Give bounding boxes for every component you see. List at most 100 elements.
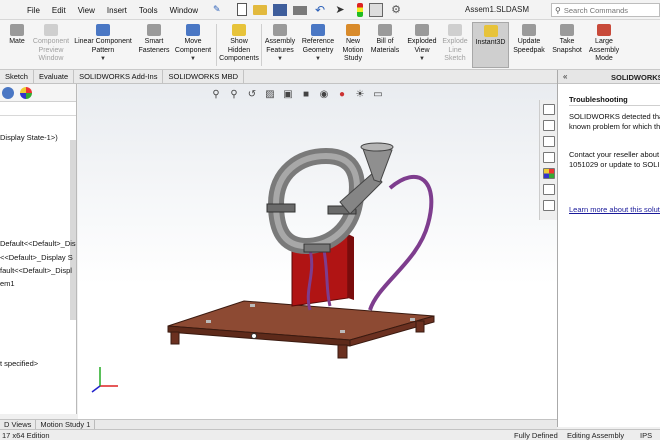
base-foot <box>337 344 348 359</box>
property-manager-icon[interactable] <box>2 87 14 99</box>
menu-window[interactable]: Window <box>170 6 198 15</box>
menu-edit[interactable]: Edit <box>52 6 66 15</box>
tree-item[interactable]: <<Default>_Display S <box>0 253 73 262</box>
status-bar: 17 x64 Edition Fully Defined Editing Ass… <box>0 429 660 440</box>
title-bar: File Edit View Insert Tools Window ✎ ↶ ➤… <box>0 0 660 20</box>
tree-item[interactable]: fault<<Default>_Displ <box>0 266 72 275</box>
troubleshoot-text: SOLIDWORKS detected that y <box>569 112 660 121</box>
appearances-icon[interactable] <box>543 168 555 179</box>
exploded-view-button[interactable]: Exploded View ▼ <box>405 22 439 68</box>
pin-icon[interactable]: ✎ <box>213 4 221 15</box>
tree-item[interactable]: Default<<Default>_Dis <box>0 239 76 248</box>
undo-icon[interactable]: ↶ <box>313 3 327 17</box>
file-properties-icon[interactable] <box>369 3 383 17</box>
search-icon: ⚲ <box>555 5 561 15</box>
assembly-features-button[interactable]: Assembly Features ▼ <box>263 22 297 68</box>
chevron-down-icon[interactable]: ▼ <box>315 55 321 64</box>
command-tabs: Sketch Evaluate SOLIDWORKS Add-Ins SOLID… <box>0 70 557 84</box>
learn-more-link[interactable]: Learn more about this soluti <box>569 205 660 214</box>
open-folder-icon[interactable] <box>253 5 267 15</box>
reference-geometry-button[interactable]: Reference Geometry ▼ <box>299 22 337 68</box>
search-input[interactable] <box>563 5 654 15</box>
custom-properties-icon[interactable] <box>543 184 555 195</box>
component-preview-button[interactable]: Component Preview Window <box>30 22 72 68</box>
collapse-icon[interactable]: « <box>563 72 567 81</box>
assembly-features-icon <box>273 24 287 36</box>
tree-item-mates[interactable]: t specified> <box>0 359 38 368</box>
forum-icon[interactable] <box>543 200 555 211</box>
plate-bolt <box>250 304 255 307</box>
mate-button[interactable]: Mate <box>5 22 29 68</box>
move-component-button[interactable]: Move Component ▼ <box>172 22 214 68</box>
chevron-down-icon[interactable]: ▼ <box>100 55 106 64</box>
gear-icon[interactable]: ⚙ <box>389 3 403 17</box>
home-icon[interactable] <box>543 104 555 115</box>
camera-icon <box>560 24 574 36</box>
update-speedpak-button[interactable]: Update Speedpak <box>511 22 547 68</box>
tree-item[interactable]: em1 <box>0 279 15 288</box>
reference-geometry-icon <box>311 24 325 36</box>
save-icon[interactable] <box>273 4 287 16</box>
assembly-model <box>91 142 435 393</box>
display-manager-icon[interactable] <box>20 87 32 99</box>
menu-file[interactable]: File <box>27 6 40 15</box>
editing-mode-status: Editing Assembly <box>567 431 625 440</box>
rebuild-icon[interactable] <box>357 3 363 17</box>
menu-view[interactable]: View <box>78 6 95 15</box>
search-commands[interactable]: ⚲ <box>551 3 660 17</box>
explode-line-sketch-button[interactable]: Explode Line Sketch <box>441 22 469 68</box>
tree-item-display-state[interactable]: Display State-1>) <box>0 133 58 142</box>
preview-window-icon <box>44 24 58 36</box>
linear-pattern-button[interactable]: Linear Component Pattern ▼ <box>72 22 134 68</box>
plate-bolt <box>340 330 345 333</box>
pipe-flange <box>266 203 296 213</box>
linear-pattern-icon <box>96 24 110 36</box>
units-status[interactable]: IPS <box>640 431 652 440</box>
menu-tools[interactable]: Tools <box>139 6 158 15</box>
red-stand-side <box>348 234 354 300</box>
plate-bolt <box>206 320 211 323</box>
speedpak-icon <box>522 24 536 36</box>
base-hole <box>251 333 257 339</box>
menu-bar: File Edit View Insert Tools Window <box>0 0 198 20</box>
new-motion-study-button[interactable]: New Motion Study <box>340 22 366 68</box>
new-document-icon[interactable] <box>237 3 247 16</box>
task-pane: « SOLIDWORKS Troubleshooting SOLIDWORKS … <box>557 70 660 427</box>
menu-insert[interactable]: Insert <box>107 6 127 15</box>
explode-line-sketch-icon <box>448 24 462 36</box>
funnel-mouth <box>360 142 394 152</box>
z-axis-icon <box>91 385 101 393</box>
smart-fasteners-button[interactable]: Smart Fasteners <box>137 22 171 68</box>
instant3d-button[interactable]: Instant3D <box>472 22 509 68</box>
print-icon[interactable] <box>293 6 307 15</box>
base-foot <box>415 320 425 333</box>
tab-3d-views[interactable]: D Views <box>0 420 37 429</box>
tab-evaluate[interactable]: Evaluate <box>34 70 75 84</box>
filter-bar[interactable] <box>0 102 76 116</box>
tab-sketch[interactable]: Sketch <box>0 70 34 84</box>
motion-study-icon <box>346 24 360 36</box>
ribbon-divider <box>216 24 217 66</box>
troubleshoot-text: 1051029 or update to SOLID <box>569 160 660 169</box>
tab-mbd[interactable]: SOLIDWORKS MBD <box>163 70 245 84</box>
take-snapshot-button[interactable]: Take Snapshot <box>550 22 584 68</box>
chevron-down-icon[interactable]: ▼ <box>419 55 425 64</box>
tab-motion-study[interactable]: Motion Study 1 <box>36 420 96 429</box>
bill-of-materials-icon <box>378 24 392 36</box>
chevron-down-icon[interactable]: ▼ <box>277 55 283 64</box>
scrollbar[interactable] <box>70 140 76 320</box>
show-hidden-components-button[interactable]: Show Hidden Components <box>218 22 260 68</box>
instant3d-icon <box>483 25 498 37</box>
bottom-tabs: D Views Motion Study 1 <box>0 419 557 429</box>
large-assembly-mode-button[interactable]: Large Assembly Mode <box>586 22 622 68</box>
select-icon[interactable]: ➤ <box>333 3 347 17</box>
purple-tube <box>368 175 434 311</box>
graphics-area[interactable]: ⚲ ⚲ ↺ ▨ ▣ ■ ◉ ● ☀ ▭ <box>78 84 557 419</box>
chevron-down-icon[interactable]: ▼ <box>190 55 196 64</box>
large-assembly-icon <box>597 24 611 36</box>
bill-of-materials-button[interactable]: Bill of Materials <box>370 22 400 68</box>
view-palette-icon[interactable] <box>543 152 555 163</box>
file-explorer-icon[interactable] <box>543 136 555 147</box>
design-library-icon[interactable] <box>543 120 555 131</box>
tab-addins[interactable]: SOLIDWORKS Add-Ins <box>74 70 164 84</box>
